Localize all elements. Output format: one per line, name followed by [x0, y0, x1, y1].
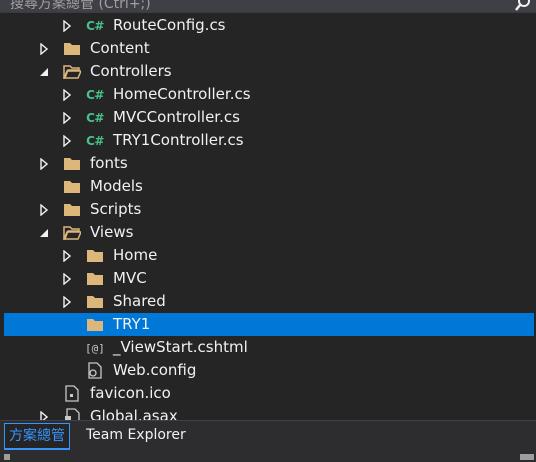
- tree-item-label: TRY1: [113, 315, 151, 333]
- tree-item-label: Views: [90, 223, 134, 241]
- tree-item-global-asax[interactable]: Global.asax: [4, 405, 534, 420]
- tree-item-controllers[interactable]: Controllers: [4, 60, 534, 83]
- tree-item-label: Shared: [113, 292, 166, 310]
- collapsed-arrow-icon[interactable]: [61, 111, 73, 124]
- search-placeholder: 搜尋方案總管 (Ctrl+;): [10, 0, 151, 12]
- tab-bar: 方案總管 Team Explorer: [0, 420, 536, 451]
- folder-open-icon: [62, 63, 82, 81]
- tree-item-label: Home: [113, 246, 158, 264]
- tree-item-label: Content: [90, 39, 150, 57]
- collapsed-arrow-icon[interactable]: [61, 134, 73, 147]
- collapsed-arrow-icon[interactable]: [38, 42, 50, 55]
- csharp-file-icon: C#: [86, 133, 104, 148]
- collapsed-arrow-icon[interactable]: [61, 249, 73, 262]
- tree-item-label: TRY1Controller.cs: [113, 131, 244, 149]
- scroll-right-handle[interactable]: [520, 454, 534, 460]
- tree-item-mvccontroller-cs[interactable]: C# MVCController.cs: [4, 106, 534, 129]
- tree-item-models[interactable]: Models: [4, 175, 534, 198]
- folder-icon: [62, 155, 82, 173]
- tree-item-viewstart-cshtml[interactable]: [@] _ViewStart.cshtml: [4, 336, 534, 359]
- tree-item-try1controller-cs[interactable]: C# TRY1Controller.cs: [4, 129, 534, 152]
- horizontal-scrollbar[interactable]: [0, 451, 536, 462]
- tree-item-try1[interactable]: TRY1: [4, 313, 534, 336]
- scroll-left-handle[interactable]: [4, 454, 10, 460]
- tree-item-label: MVC: [113, 269, 147, 287]
- tree-item-mvc[interactable]: MVC: [4, 267, 534, 290]
- search-bar[interactable]: 搜尋方案總管 (Ctrl+;): [0, 0, 536, 13]
- expanded-arrow-icon[interactable]: [38, 66, 50, 78]
- tree-item-content[interactable]: Content: [4, 37, 534, 60]
- collapsed-arrow-icon[interactable]: [61, 19, 73, 32]
- csharp-file-icon: C#: [86, 87, 104, 102]
- tree-item-home[interactable]: Home: [4, 244, 534, 267]
- csharp-file-icon: C#: [86, 18, 104, 33]
- tree-item-label: Scripts: [90, 200, 142, 218]
- tree-item-label: HomeController.cs: [113, 85, 251, 103]
- folder-icon: [62, 40, 82, 58]
- csharp-file-icon: C#: [86, 110, 104, 125]
- tree-item-label: favicon.ico: [90, 384, 171, 402]
- tree-item-shared[interactable]: Shared: [4, 290, 534, 313]
- tab-solution-explorer[interactable]: 方案總管: [4, 423, 70, 450]
- tree-item-label: fonts: [90, 154, 128, 172]
- search-icon[interactable]: [514, 0, 532, 12]
- tree-item-routeconfig-cs[interactable]: C# RouteConfig.cs: [4, 14, 534, 37]
- folder-icon: [85, 247, 105, 265]
- tree-item-label: RouteConfig.cs: [113, 16, 226, 34]
- svg-text:[@]: [@]: [85, 342, 105, 355]
- folder-icon: [62, 201, 82, 219]
- tree-item-favicon-ico[interactable]: favicon.ico: [4, 382, 534, 405]
- tree-item-homecontroller-cs[interactable]: C# HomeController.cs: [4, 83, 534, 106]
- tree-item-label: Controllers: [90, 62, 172, 80]
- collapsed-arrow-icon[interactable]: [61, 88, 73, 101]
- collapsed-arrow-icon[interactable]: [38, 157, 50, 170]
- tree-item-web-config[interactable]: Web.config: [4, 359, 534, 382]
- ico-file-icon: [62, 385, 82, 403]
- collapsed-arrow-icon[interactable]: [61, 272, 73, 285]
- razor-file-icon: [@]: [85, 339, 105, 357]
- collapsed-arrow-icon[interactable]: [38, 410, 50, 420]
- tree-item-views[interactable]: Views: [4, 221, 534, 244]
- expanded-arrow-icon[interactable]: [38, 227, 50, 239]
- folder-icon: [85, 293, 105, 311]
- tree-item-label: Web.config: [113, 361, 197, 379]
- tree-item-label: Global.asax: [90, 407, 178, 420]
- tree-item-label: MVCController.cs: [113, 108, 240, 126]
- folder-icon: [85, 316, 105, 334]
- config-file-icon: [85, 362, 105, 380]
- folder-icon: [85, 270, 105, 288]
- tab-team-explorer[interactable]: Team Explorer: [82, 423, 190, 447]
- tree-item-scripts[interactable]: Scripts: [4, 198, 534, 221]
- folder-open-icon: [62, 224, 82, 242]
- asax-file-icon: [62, 408, 82, 420]
- collapsed-arrow-icon[interactable]: [61, 295, 73, 308]
- collapsed-arrow-icon[interactable]: [38, 203, 50, 216]
- tree-item-label: _ViewStart.cshtml: [113, 338, 248, 356]
- folder-icon: [62, 178, 82, 196]
- solution-tree: C# RouteConfig.cs Content Controllers C# Home…: [0, 14, 536, 420]
- tree-item-fonts[interactable]: fonts: [4, 152, 534, 175]
- tree-item-label: Models: [90, 177, 143, 195]
